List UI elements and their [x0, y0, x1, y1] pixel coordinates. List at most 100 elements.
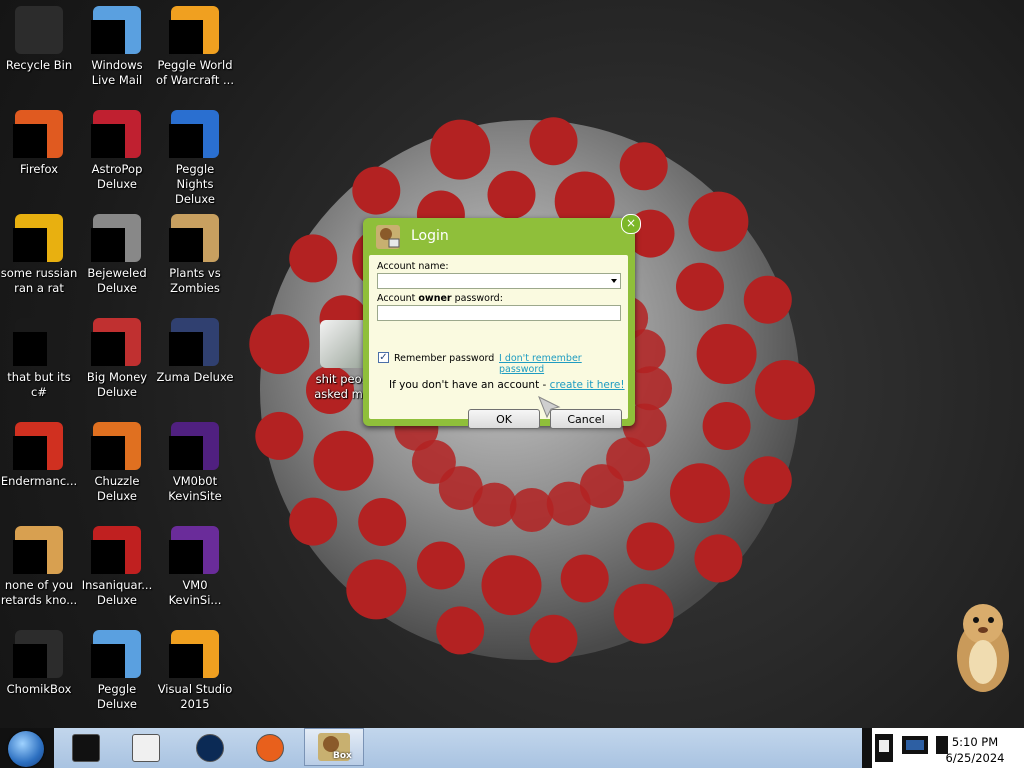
chomikbox-icon	[376, 225, 400, 249]
desktop-icon-8[interactable]: Bejeweled Deluxe	[78, 214, 156, 296]
redaction-box	[169, 20, 203, 54]
tray-divider	[862, 728, 872, 768]
desktop-icon-2[interactable]: Windows Live Mail	[78, 6, 156, 88]
login-dialog: Login × Account name: Account owner pass…	[363, 214, 641, 429]
virus-spike	[289, 234, 338, 283]
login-titlebar[interactable]: Login	[363, 218, 635, 254]
desktop-icon-3[interactable]: Peggle World of Warcraft ...	[156, 6, 234, 88]
virus-spike	[249, 314, 310, 375]
clock-time[interactable]: 5:10 PM	[940, 735, 1010, 749]
desktop-icon-1[interactable]: Recycle Bin	[0, 6, 78, 73]
forgot-password-link[interactable]: I don't remember password	[499, 353, 628, 375]
chomikbox-icon	[13, 630, 63, 678]
create-account-link[interactable]: create it here!	[550, 379, 625, 391]
desktop-icon-label: Insaniquar... Deluxe	[81, 578, 153, 607]
desktop-icon-16[interactable]: none of you retards kno...	[0, 526, 78, 608]
app-icon	[13, 214, 63, 262]
desktop-icon-13[interactable]: Endermanc...	[0, 422, 78, 489]
desktop-icon-20[interactable]: Peggle Deluxe	[78, 630, 156, 712]
close-button[interactable]: ×	[621, 214, 641, 234]
tray-app-icon[interactable]	[874, 732, 894, 764]
virus-spike	[255, 411, 304, 460]
desktop-icon-label: Plants vs Zombies	[169, 266, 221, 295]
desktop-icon-label: Recycle Bin	[5, 58, 73, 72]
taskbar-item-label: Box	[333, 751, 352, 761]
redaction-box	[13, 644, 47, 678]
redaction-box	[169, 332, 203, 366]
astropop-icon	[91, 110, 141, 158]
redaction-box	[13, 228, 47, 262]
zuma-icon	[169, 318, 219, 366]
taskbar-icon-shape	[256, 734, 284, 762]
desktop-icon-label: that but its c#	[7, 370, 71, 399]
firefox-icon	[13, 110, 63, 158]
vm-icon	[169, 526, 219, 574]
desktop-icon-17[interactable]: Insaniquar... Deluxe	[78, 526, 156, 608]
media-player-icon[interactable]	[128, 732, 164, 764]
desktop-icon-12[interactable]: Zuma Deluxe	[156, 318, 234, 385]
redaction-box	[91, 540, 125, 574]
virus-spike	[436, 606, 485, 655]
taskbar-item-chomikbox[interactable]: Box	[304, 728, 364, 766]
plants-vs-zombies-icon	[169, 214, 219, 262]
desktop-icon-4[interactable]: Firefox	[0, 110, 78, 177]
virus-spike	[626, 522, 675, 571]
hamster-desktop-pet-icon	[957, 604, 1009, 692]
redaction-box	[91, 124, 125, 158]
no-account-text: If you don't have an account - create it…	[389, 379, 625, 391]
monitor-icon[interactable]	[68, 732, 104, 764]
virus-spike	[743, 275, 792, 324]
desktop-icon-label: VM0 KevinSi...	[168, 578, 222, 607]
bejeweled-icon	[91, 214, 141, 262]
desktop-icon-label: Chuzzle Deluxe	[94, 474, 140, 503]
desktop-icon-21[interactable]: Visual Studio 2015	[156, 630, 234, 712]
redaction-box	[13, 124, 47, 158]
virus-spike	[346, 559, 407, 620]
desktop-icon-9[interactable]: Plants vs Zombies	[156, 214, 234, 296]
login-title: Login	[411, 228, 449, 244]
firefox-icon[interactable]	[252, 732, 288, 764]
account-name-label: Account name:	[377, 261, 449, 272]
password-field[interactable]	[377, 305, 621, 321]
desktop-icon-6[interactable]: Peggle Nights Deluxe	[156, 110, 234, 207]
redaction-box	[91, 20, 125, 54]
desktop-icon-19[interactable]: ChomikBox	[0, 630, 78, 697]
virus-spike	[670, 463, 730, 524]
remember-password-checkbox[interactable]: ✓	[378, 352, 389, 363]
redaction-box	[169, 644, 203, 678]
globe-icon[interactable]	[192, 732, 228, 764]
recycle-bin-icon	[15, 6, 63, 54]
desktop-icon-15[interactable]: VM0b0t KevinSite	[156, 422, 234, 504]
money-bag-icon	[91, 318, 141, 366]
desktop-icon-5[interactable]: AstroPop Deluxe	[78, 110, 156, 192]
desktop-icon-label: VM0b0t KevinSite	[168, 474, 222, 503]
password-label: Account owner password:	[377, 293, 503, 304]
virus-spike	[509, 488, 554, 532]
start-orb-icon[interactable]	[8, 731, 44, 767]
desktop-icon-label: Bejeweled Deluxe	[87, 266, 147, 295]
account-name-dropdown[interactable]	[377, 273, 621, 289]
folder-icon	[320, 320, 368, 368]
desktop-icon-label: Zuma Deluxe	[156, 370, 234, 384]
ok-button[interactable]: OK	[468, 409, 540, 429]
clock-date[interactable]: 6/25/2024	[940, 751, 1010, 765]
desktop-icon-14[interactable]: Chuzzle Deluxe	[78, 422, 156, 504]
desktop-icon-label: AstroPop Deluxe	[91, 162, 143, 191]
login-form: Account name: Account owner password: ✓ …	[369, 255, 628, 429]
desktop-icon-label: Peggle Nights Deluxe	[175, 162, 215, 206]
taskbar-icon-shape	[72, 734, 100, 762]
virus-spike	[613, 583, 674, 644]
virus-spike	[560, 554, 609, 603]
remember-password-label: Remember password	[394, 353, 495, 364]
taskbar: Box 5:10 PM 6/25/2024	[0, 728, 1024, 768]
desktop-icon-label: Big Money Deluxe	[86, 370, 148, 399]
virus-spike	[430, 119, 491, 180]
virus-spike	[529, 614, 578, 663]
desktop-icon-10[interactable]: that but its c#	[0, 318, 78, 400]
desktop-icon-label: some russian ran a rat	[0, 266, 78, 295]
desktop-icon-18[interactable]: VM0 KevinSi...	[156, 526, 234, 608]
desktop-icon-11[interactable]: Big Money Deluxe	[78, 318, 156, 400]
desktop-icon-7[interactable]: some russian ran a rat	[0, 214, 78, 296]
taskbar-icon-shape	[132, 734, 160, 762]
virus-spike	[702, 402, 751, 450]
